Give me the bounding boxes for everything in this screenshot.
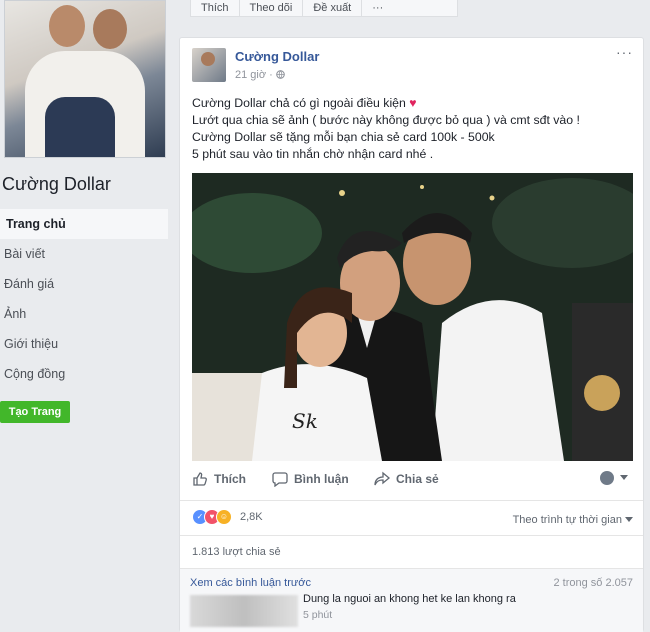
reactions-summary[interactable]: ✓ ♥ ☺ 2,8K bbox=[192, 509, 263, 525]
haha-reaction-icon: ☺ bbox=[216, 509, 232, 525]
comment-item: Dung la nguoi an khong het ke lan khong … bbox=[303, 593, 633, 623]
nav-item-home[interactable]: Trang chủ bbox=[0, 209, 168, 239]
post-time[interactable]: 21 giờ · bbox=[235, 69, 285, 81]
caret-down-icon bbox=[625, 517, 633, 522]
post-line-4: 5 phút sau vào tin nhắn chờ nhận card nh… bbox=[192, 147, 434, 161]
caret-down-icon bbox=[620, 475, 628, 480]
audience-selector[interactable] bbox=[600, 471, 628, 485]
create-page-button[interactable]: Tạo Trang bbox=[0, 401, 70, 423]
follow-button[interactable]: Theo dõi bbox=[240, 0, 304, 16]
share-icon bbox=[374, 471, 390, 486]
comment-order-selector[interactable]: Theo trình tự thời gian bbox=[513, 514, 633, 526]
post-action-bar: Thích Bình luận Chia sẻ bbox=[192, 471, 633, 491]
view-previous-comments-link[interactable]: Xem các bình luận trước bbox=[190, 577, 311, 589]
author-avatar[interactable] bbox=[192, 48, 226, 82]
comment-time[interactable]: 5 phút bbox=[303, 609, 633, 621]
post-comment-button[interactable]: Bình luận bbox=[272, 471, 349, 487]
page-name[interactable]: Cường Dollar bbox=[2, 174, 111, 195]
post-like-button[interactable]: Thích bbox=[192, 471, 246, 487]
post-share-button[interactable]: Chia sẻ bbox=[374, 471, 439, 487]
page-avatar-icon bbox=[600, 471, 614, 485]
more-button[interactable]: ··· bbox=[362, 0, 393, 16]
post-comment-label: Bình luận bbox=[294, 472, 349, 486]
share-count[interactable]: 1.813 lượt chia sẻ bbox=[192, 546, 281, 558]
more-label: ··· bbox=[372, 2, 384, 14]
like-page-button[interactable]: Thích bbox=[191, 0, 240, 16]
comment-order-label: Theo trình tự thời gian bbox=[512, 514, 622, 526]
post-line-2: Lướt qua chia sẽ ảnh ( bước này không đư… bbox=[192, 113, 580, 127]
post-share-label: Chia sẻ bbox=[396, 472, 439, 486]
nav-item-community[interactable]: Cộng đồng bbox=[0, 359, 168, 389]
commenter-avatar-blurred[interactable] bbox=[190, 595, 298, 627]
page-nav: Trang chủ Bài viết Đánh giá Ảnh Giới thi… bbox=[0, 209, 168, 389]
follow-label: Theo dõi bbox=[249, 2, 293, 14]
post-time-text: 21 giờ · bbox=[235, 69, 276, 81]
svg-text:Sk: Sk bbox=[292, 409, 318, 433]
nav-item-about[interactable]: Giới thiệu bbox=[0, 329, 168, 359]
post-text: Cường Dollar chả có gì ngoài điều kiện ♥… bbox=[192, 95, 632, 163]
reaction-count: 2,8K bbox=[240, 511, 263, 523]
post-author[interactable]: Cường Dollar bbox=[235, 49, 319, 64]
comment-text: Dung la nguoi an khong het ke lan khong … bbox=[303, 593, 516, 605]
photo-illustration: Sk bbox=[192, 173, 633, 461]
post-photo[interactable]: Sk bbox=[192, 173, 633, 461]
post-like-label: Thích bbox=[214, 472, 246, 486]
thumbs-up-icon bbox=[193, 472, 207, 486]
nav-item-reviews[interactable]: Đánh giá bbox=[0, 269, 168, 299]
like-page-label: Thích bbox=[201, 2, 229, 14]
left-column: Cường Dollar Trang chủ Bài viết Đánh giá… bbox=[0, 0, 176, 630]
globe-icon bbox=[276, 70, 285, 79]
suggest-label: Đề xuất bbox=[313, 2, 352, 14]
post-line-1: Cường Dollar chả có gì ngoài điều kiện bbox=[192, 96, 406, 110]
post-line-3: Cường Dollar sẽ tặng mỗi bạn chia sẻ car… bbox=[192, 130, 495, 144]
post-card: Cường Dollar 21 giờ · ··· Cường Dollar c… bbox=[179, 37, 644, 632]
nav-item-posts[interactable]: Bài viết bbox=[0, 239, 168, 269]
page-action-row: Thích Theo dõi Đề xuất ··· bbox=[190, 0, 458, 17]
comment-icon bbox=[272, 472, 288, 487]
suggest-button[interactable]: Đề xuất bbox=[303, 0, 363, 16]
heart-icon: ♥ bbox=[409, 96, 417, 110]
profile-photo[interactable] bbox=[4, 0, 166, 158]
nav-item-photos[interactable]: Ảnh bbox=[0, 299, 168, 329]
comments-section: Xem các bình luận trước 2 trong số 2.057… bbox=[180, 568, 643, 632]
post-options-icon[interactable]: ··· bbox=[616, 44, 633, 60]
comments-count: 2 trong số 2.057 bbox=[553, 577, 633, 589]
